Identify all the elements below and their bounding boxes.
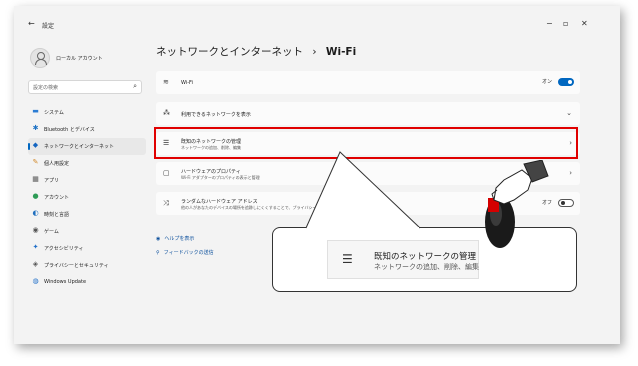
zoomed-known-networks: ☰ 既知のネットワークの管理 ネットワークの追加、削除、編集 [327,240,479,279]
list-icon: ☰ [342,252,353,266]
zoomed-title: 既知のネットワークの管理 [374,252,477,262]
zoomed-description: ネットワークの追加、削除、編集 [374,263,479,271]
mouse-click-icon [485,160,549,248]
